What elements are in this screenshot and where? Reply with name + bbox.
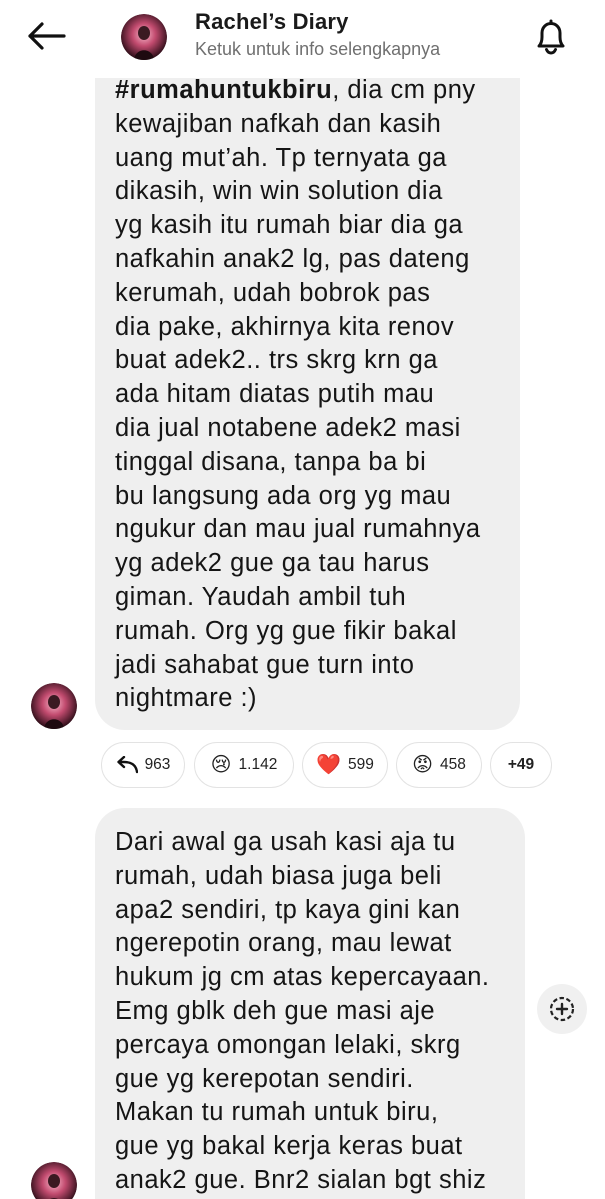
message-line: anak2 gue. Bnr2 sialan bgt shiz <box>115 1165 487 1194</box>
reply-count-chip[interactable]: 963 <box>101 742 185 788</box>
sender-avatar[interactable] <box>31 683 77 729</box>
message-line: Emg gblk deh gue masi aje <box>115 996 436 1025</box>
arrow-left-icon <box>28 22 66 50</box>
angry-face-icon: 😡 <box>412 754 433 776</box>
sender-avatar[interactable] <box>31 1162 77 1199</box>
add-reaction-button[interactable] <box>537 984 587 1034</box>
message-line: rumah. Org yg gue fikir bakal <box>115 616 457 645</box>
hashtag-link[interactable]: #rumahuntukbiru <box>115 76 332 104</box>
message-line: dikasih, win win solution dia <box>115 177 443 206</box>
message-line: dia jual notabene adek2 masi <box>115 413 461 442</box>
message-line: nafkahin anak2 lg, pas dateng <box>115 244 470 273</box>
crying-face-icon: 😢 <box>210 754 232 776</box>
message-line: nightmare :) <box>115 684 258 713</box>
bell-icon <box>537 19 565 55</box>
chat-header: Rachel’s Diary Ketuk untuk info selengka… <box>0 0 605 78</box>
more-reactions-chip[interactable]: +49 <box>490 742 552 788</box>
message-line: ada hitam diatas putih mau <box>115 380 435 409</box>
message-line: ngukur dan mau jual rumahnya <box>115 515 481 544</box>
message-line: hukum jg cm atas kepercayaan. <box>115 963 490 992</box>
chat-screen: Rachel’s Diary Ketuk untuk info selengka… <box>0 0 605 1199</box>
message-line: kerumah, udah bobrok pas <box>115 278 431 307</box>
header-avatar[interactable] <box>121 14 167 60</box>
message-line: yg kasih itu rumah biar dia ga <box>115 211 464 240</box>
message-line: giman. Yaudah ambil tuh <box>115 582 407 611</box>
add-reaction-icon <box>549 996 575 1022</box>
message-line: jadi sahabat gue turn into <box>115 650 415 679</box>
message-bubble[interactable]: #rumahuntukbiru, dia cm pny kewajiban na… <box>95 62 520 730</box>
message-line: percaya omongan lelaki, skrg <box>115 1030 461 1059</box>
message-line: ngerepotin orang, mau lewat <box>115 929 452 958</box>
message-line: Makan tu rumah untuk biru, <box>115 1098 439 1127</box>
message-line: #rumahuntukbiru, dia cm pny <box>115 76 476 104</box>
message-line: apa2 sendiri, tp kaya gini kan <box>115 895 461 924</box>
message-line: tinggal disana, tanpa ba bi <box>115 447 427 476</box>
message-line: rumah, udah biasa juga beli <box>115 861 442 890</box>
message-line: dia pake, akhirnya kita renov <box>115 312 455 341</box>
reply-arrow-icon <box>116 756 138 774</box>
red-heart-icon: ❤️ <box>316 754 342 776</box>
back-button[interactable] <box>22 16 70 56</box>
reaction-angry[interactable]: 😡 458 <box>396 742 482 788</box>
message-line: Dari awal ga usah kasi aja tu <box>115 828 456 856</box>
message-line: yg adek2 gue ga tau harus <box>115 549 430 578</box>
reaction-crying[interactable]: 😢 1.142 <box>194 742 294 788</box>
channel-title[interactable]: Rachel’s Diary <box>195 9 349 35</box>
message-line: gue yg bakal kerja keras buat <box>115 1132 463 1161</box>
message-line: kewajiban nafkah dan kasih <box>115 109 442 138</box>
message-line: uang mut’ah. Tp ternyata ga <box>115 143 447 172</box>
message-line: bu langsung ada org yg mau <box>115 481 452 510</box>
message-bubble[interactable]: Dari awal ga usah kasi aja tu rumah, uda… <box>95 808 525 1199</box>
channel-subtitle[interactable]: Ketuk untuk info selengkapnya <box>195 39 440 60</box>
notification-button[interactable] <box>528 14 574 60</box>
message-line: buat adek2.. trs skrg krn ga <box>115 346 438 375</box>
message-line: gue yg kerepotan sendiri. <box>115 1064 414 1093</box>
reaction-heart[interactable]: ❤️ 599 <box>302 742 388 788</box>
